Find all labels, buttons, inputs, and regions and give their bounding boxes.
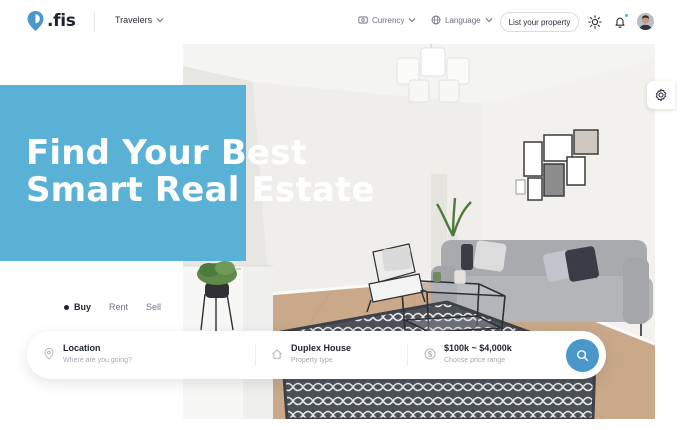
currency-label: Currency [372,15,405,25]
search-icon [577,350,589,362]
sun-icon[interactable] [588,15,602,29]
location-field[interactable]: Location Where are you going? [43,341,132,367]
globe-icon [431,15,441,25]
location-title: Location [63,343,101,353]
brand-name: .fis [47,11,76,31]
tab-buy-label: Buy [74,302,92,312]
nav-divider [94,12,95,32]
dollar-coin-icon [424,348,436,360]
logo-pin-icon [27,11,44,31]
hero-headline: Find Your Best Smart Real Estate [26,135,386,209]
property-type-label: Property type [291,357,333,364]
language-dropdown[interactable]: Language [431,15,493,25]
price-range-field[interactable]: $100k ~ $4,000k Choose price range [424,341,512,367]
search-button[interactable] [566,339,599,372]
headline-line-2: Smart Real Estate [26,170,375,210]
property-type-field[interactable]: Duplex House Property type [271,341,351,367]
chevron-down-icon [485,18,492,23]
settings-button[interactable] [647,81,675,109]
language-label: Language [445,15,481,25]
location-placeholder: Where are you going? [63,357,132,364]
active-tab-dot [64,304,69,310]
property-type-value: Duplex House [291,343,352,353]
chevron-down-icon [156,18,164,23]
search-divider [255,344,256,366]
tab-sell[interactable]: Sell [146,302,161,312]
search-divider [407,344,408,366]
gear-icon [655,88,667,102]
user-avatar[interactable] [637,13,654,30]
tab-rent-label: Rent [109,302,129,312]
home-icon [272,349,282,359]
list-property-button[interactable]: List your property [500,12,579,32]
brand-logo[interactable]: .fis [27,11,76,31]
price-range-label: Choose price range [444,357,506,364]
listing-type-tabs: Buy Rent Sell [64,302,179,312]
currency-dropdown[interactable]: Currency [358,15,416,25]
property-search-bar: Location Where are you going? Duplex Hou… [27,331,606,379]
chevron-down-icon [409,18,416,23]
headline-line-1: Find Your Best [26,133,308,173]
tab-rent[interactable]: Rent [109,302,128,312]
tab-sell-label: Sell [146,302,162,312]
notification-badge [624,13,629,18]
currency-icon [358,16,368,24]
travelers-dropdown[interactable]: Travelers [115,15,164,25]
avatar-photo [637,13,654,30]
price-range-value: $100k ~ $4,000k [444,343,512,353]
location-pin-icon [44,348,54,360]
top-navbar: .fis Travelers Currency Language List yo… [0,0,680,44]
tab-buy[interactable]: Buy [64,302,91,312]
travelers-label: Travelers [115,15,153,25]
